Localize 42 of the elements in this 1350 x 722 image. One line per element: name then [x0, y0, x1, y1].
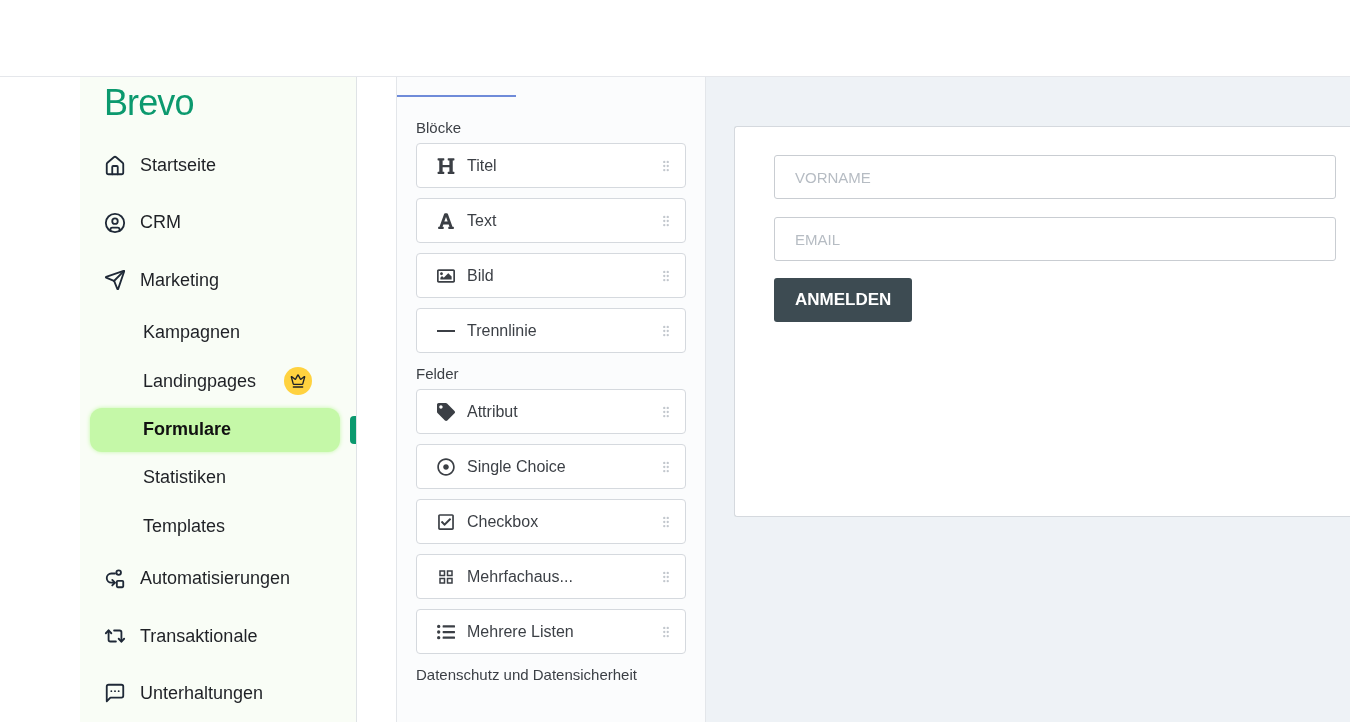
automation-icon — [104, 568, 126, 590]
block-item[interactable]: Mehrfachaus... — [416, 554, 686, 599]
paper-plane-icon — [104, 269, 126, 292]
nav-item[interactable]: Statistiken — [90, 455, 340, 500]
heading-icon — [437, 156, 455, 175]
active-indicator — [350, 415, 356, 444]
block-item[interactable]: Checkbox — [416, 499, 686, 544]
user-circle-icon — [104, 211, 126, 234]
nav-item[interactable]: Unterhaltungen — [104, 671, 264, 716]
chat-bubble-icon — [104, 682, 126, 705]
block-item[interactable]: Titel — [416, 143, 686, 188]
nav-item[interactable]: Landingpages — [90, 359, 340, 404]
font-icon — [437, 211, 455, 230]
radio-icon — [437, 457, 455, 476]
line-icon — [437, 329, 455, 332]
section-title: Blöcke — [416, 118, 463, 138]
checkbox-icon — [437, 512, 455, 531]
list-icon — [437, 622, 455, 641]
home-icon — [104, 154, 126, 177]
nav-item[interactable]: Automatisierungen — [104, 557, 291, 601]
block-item[interactable]: Mehrere Listen — [416, 609, 686, 654]
section-title: Datenschutz und Datensicherheit — [416, 665, 638, 685]
block-item[interactable]: Trennlinie — [416, 308, 686, 353]
block-item[interactable]: Bild — [416, 253, 686, 298]
input-field[interactable]: EMAIL — [774, 217, 1336, 261]
nav-item[interactable]: Transaktionale — [104, 614, 258, 659]
tag-icon — [437, 402, 455, 421]
section-title: Felder — [416, 364, 460, 384]
nav-item[interactable]: Kampagnen — [90, 310, 340, 355]
nav-item[interactable]: Startseite — [104, 143, 217, 188]
submit-button[interactable]: ANMELDEN — [774, 278, 913, 322]
block-item[interactable]: Text — [416, 198, 686, 243]
nav-item[interactable]: Formulare — [90, 407, 340, 452]
nav-item[interactable]: Marketing — [104, 258, 220, 303]
input-field[interactable]: VORNAME — [774, 155, 1336, 199]
block-item[interactable]: Single Choice — [416, 444, 686, 489]
brand-logo: Brevo — [104, 83, 194, 123]
nav-item[interactable]: Templates — [90, 504, 340, 549]
block-item[interactable]: Attribut — [416, 389, 686, 434]
image-icon — [437, 266, 455, 285]
nav-item[interactable]: CRM — [104, 200, 181, 245]
grid-icon — [437, 567, 455, 586]
